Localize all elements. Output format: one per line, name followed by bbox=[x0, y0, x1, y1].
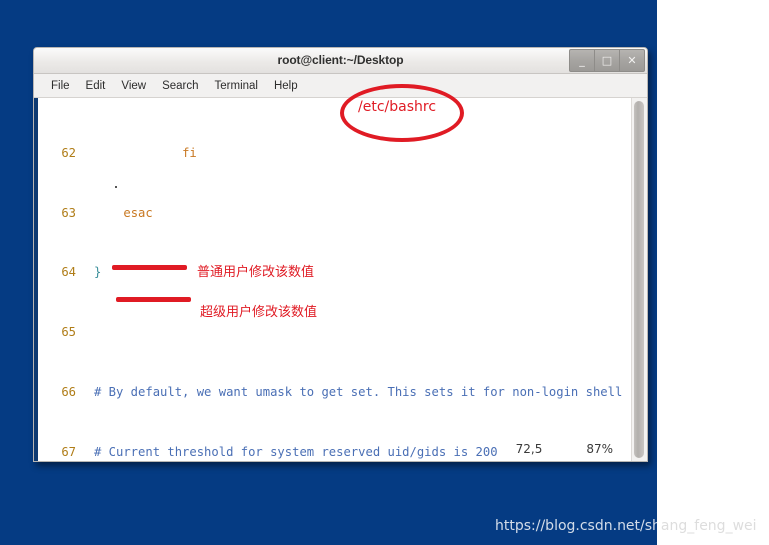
line-number: 67 bbox=[61, 444, 76, 459]
annotation-note-2: 超级用户修改该数值 bbox=[200, 305, 318, 320]
window-title: root@client:~/Desktop bbox=[277, 53, 404, 67]
code-line: 62 fi bbox=[38, 146, 631, 161]
menu-item-help[interactable]: Help bbox=[266, 78, 306, 94]
scroll-percent: 87% bbox=[586, 442, 613, 457]
line-content: fi bbox=[182, 145, 197, 160]
close-button[interactable]: ✕ bbox=[620, 49, 645, 72]
annotation-underline-2 bbox=[116, 297, 191, 302]
window-controls: _ □ ✕ bbox=[569, 49, 645, 72]
watermark-outside: ang_feng_wei bbox=[660, 518, 757, 534]
menu-item-edit[interactable]: Edit bbox=[78, 78, 114, 94]
menu-item-terminal[interactable]: Terminal bbox=[207, 78, 266, 94]
line-number: 64 bbox=[61, 265, 76, 280]
terminal-window: root@client:~/Desktop _ □ ✕ File Edit Vi… bbox=[33, 47, 648, 462]
maximize-button[interactable]: □ bbox=[595, 49, 620, 72]
line-number: 62 bbox=[61, 145, 76, 160]
cursor-position: 72,5 bbox=[515, 442, 543, 457]
line-number: 65 bbox=[61, 325, 76, 340]
watermark-inside: https://blog.csdn.net/sh bbox=[495, 518, 661, 534]
editor-status-bar: 72,5 87% bbox=[516, 442, 613, 457]
annotation-note-1: 普通用户修改该数值 bbox=[197, 265, 315, 280]
annotation-underline-1 bbox=[112, 265, 187, 270]
scrollbar-thumb[interactable] bbox=[634, 101, 644, 458]
menu-bar: File Edit View Search Terminal Help bbox=[34, 74, 647, 98]
vertical-scrollbar[interactable] bbox=[631, 98, 647, 461]
wrapped-line-marker bbox=[115, 186, 117, 188]
line-content: esac bbox=[123, 205, 153, 220]
window-title-bar[interactable]: root@client:~/Desktop _ □ ✕ bbox=[34, 48, 647, 74]
line-content: # By default, we want umask to get set. … bbox=[94, 385, 623, 400]
menu-item-search[interactable]: Search bbox=[154, 78, 206, 94]
annotation-ellipse-label: /etc/bashrc bbox=[358, 99, 437, 115]
line-number: 63 bbox=[61, 205, 76, 220]
line-number: 66 bbox=[61, 385, 76, 400]
minimize-button[interactable]: _ bbox=[569, 49, 595, 72]
menu-item-view[interactable]: View bbox=[113, 78, 154, 94]
code-line: 65 bbox=[38, 325, 631, 340]
code-viewport[interactable]: 62 fi 63 esac 64} 65 66 # By default, we … bbox=[38, 98, 631, 461]
code-line: 63 esac bbox=[38, 206, 631, 221]
terminal-body[interactable]: 62 fi 63 esac 64} 65 66 # By default, we … bbox=[34, 98, 647, 461]
code-line: 66 # By default, we want umask to get set… bbox=[38, 385, 631, 400]
menu-item-file[interactable]: File bbox=[43, 78, 78, 94]
watermark: https://blog.csdn.net/shang_feng_wei bbox=[495, 518, 757, 534]
